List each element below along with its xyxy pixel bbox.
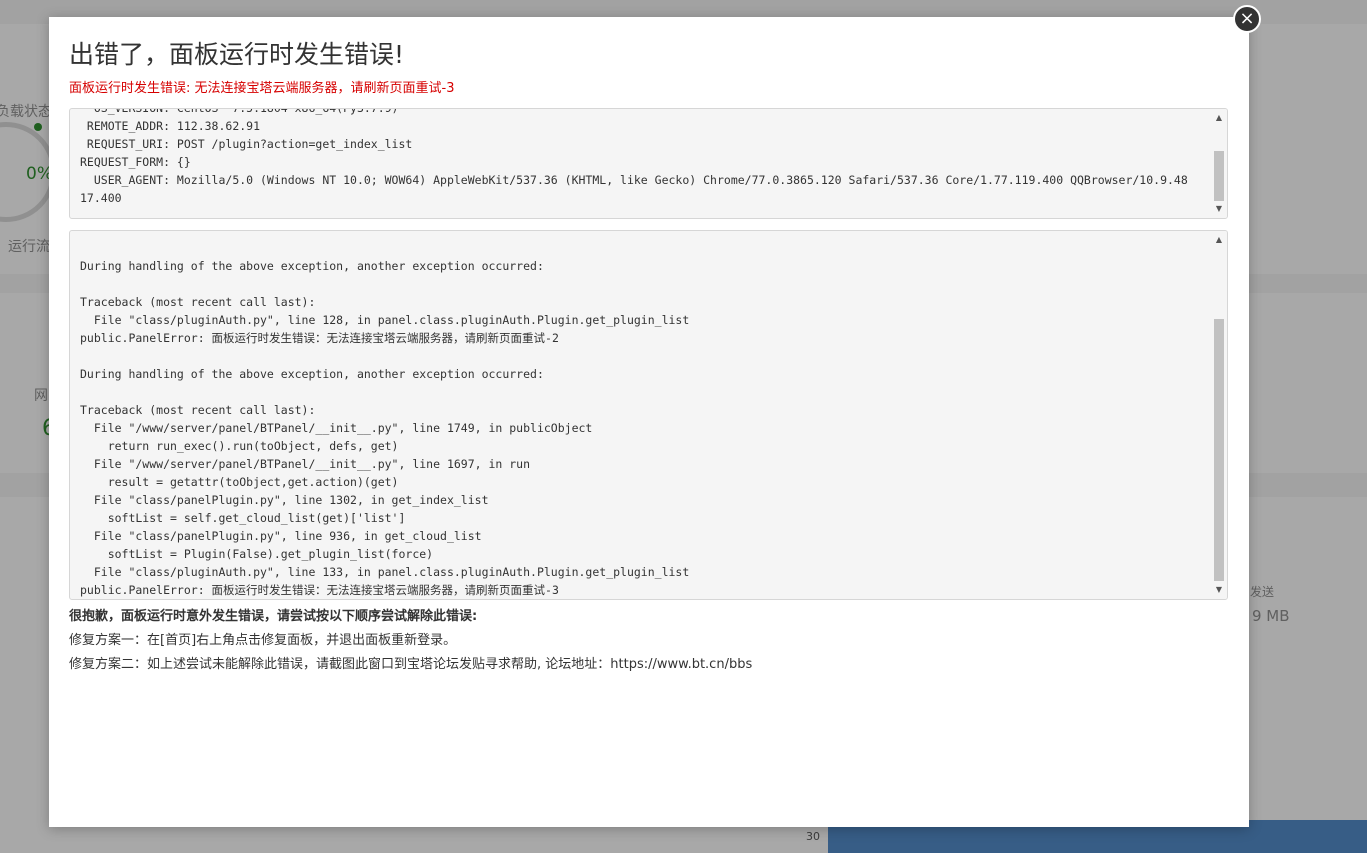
- help-title: 很抱歉，面板运行时意外发生错误，请尝试按以下顺序尝试解除此错误:: [69, 609, 478, 624]
- request-info-box[interactable]: OS_VERSION: CentOS 7.5.1804 x86_64(Py3.7…: [69, 108, 1228, 219]
- fix-option-2: 修复方案二：如上述尝试未能解除此错误，请截图此窗口到宝塔论坛发贴寻求帮助, 论坛…: [69, 657, 753, 672]
- traceback-text: During handling of the above exception, …: [80, 259, 690, 597]
- dialog-title: 出错了，面板运行时发生错误!: [69, 40, 405, 69]
- traceback-box[interactable]: During handling of the above exception, …: [69, 230, 1228, 600]
- request-info-scrollbar[interactable]: ▲ ▼: [1211, 109, 1227, 218]
- scroll-thumb[interactable]: [1214, 151, 1224, 201]
- scroll-up-icon[interactable]: ▲: [1211, 111, 1227, 125]
- scroll-thumb[interactable]: [1214, 319, 1224, 581]
- fix-option-1: 修复方案一：在[首页]右上角点击修复面板，并退出面板重新登录。: [69, 633, 457, 648]
- traceback-scrollbar[interactable]: ▲ ▼: [1211, 231, 1227, 599]
- scroll-down-icon[interactable]: ▼: [1211, 583, 1227, 597]
- error-dialog: 出错了，面板运行时发生错误! 面板运行时发生错误: 无法连接宝塔云端服务器，请刷…: [49, 17, 1249, 827]
- scroll-up-icon[interactable]: ▲: [1211, 233, 1227, 247]
- request-info-text: OS_VERSION: CentOS 7.5.1804 x86_64(Py3.7…: [80, 108, 1188, 205]
- close-icon[interactable]: ×: [1233, 5, 1261, 33]
- error-message: 面板运行时发生错误: 无法连接宝塔云端服务器，请刷新页面重试-3: [69, 81, 455, 96]
- scroll-down-icon[interactable]: ▼: [1211, 202, 1227, 216]
